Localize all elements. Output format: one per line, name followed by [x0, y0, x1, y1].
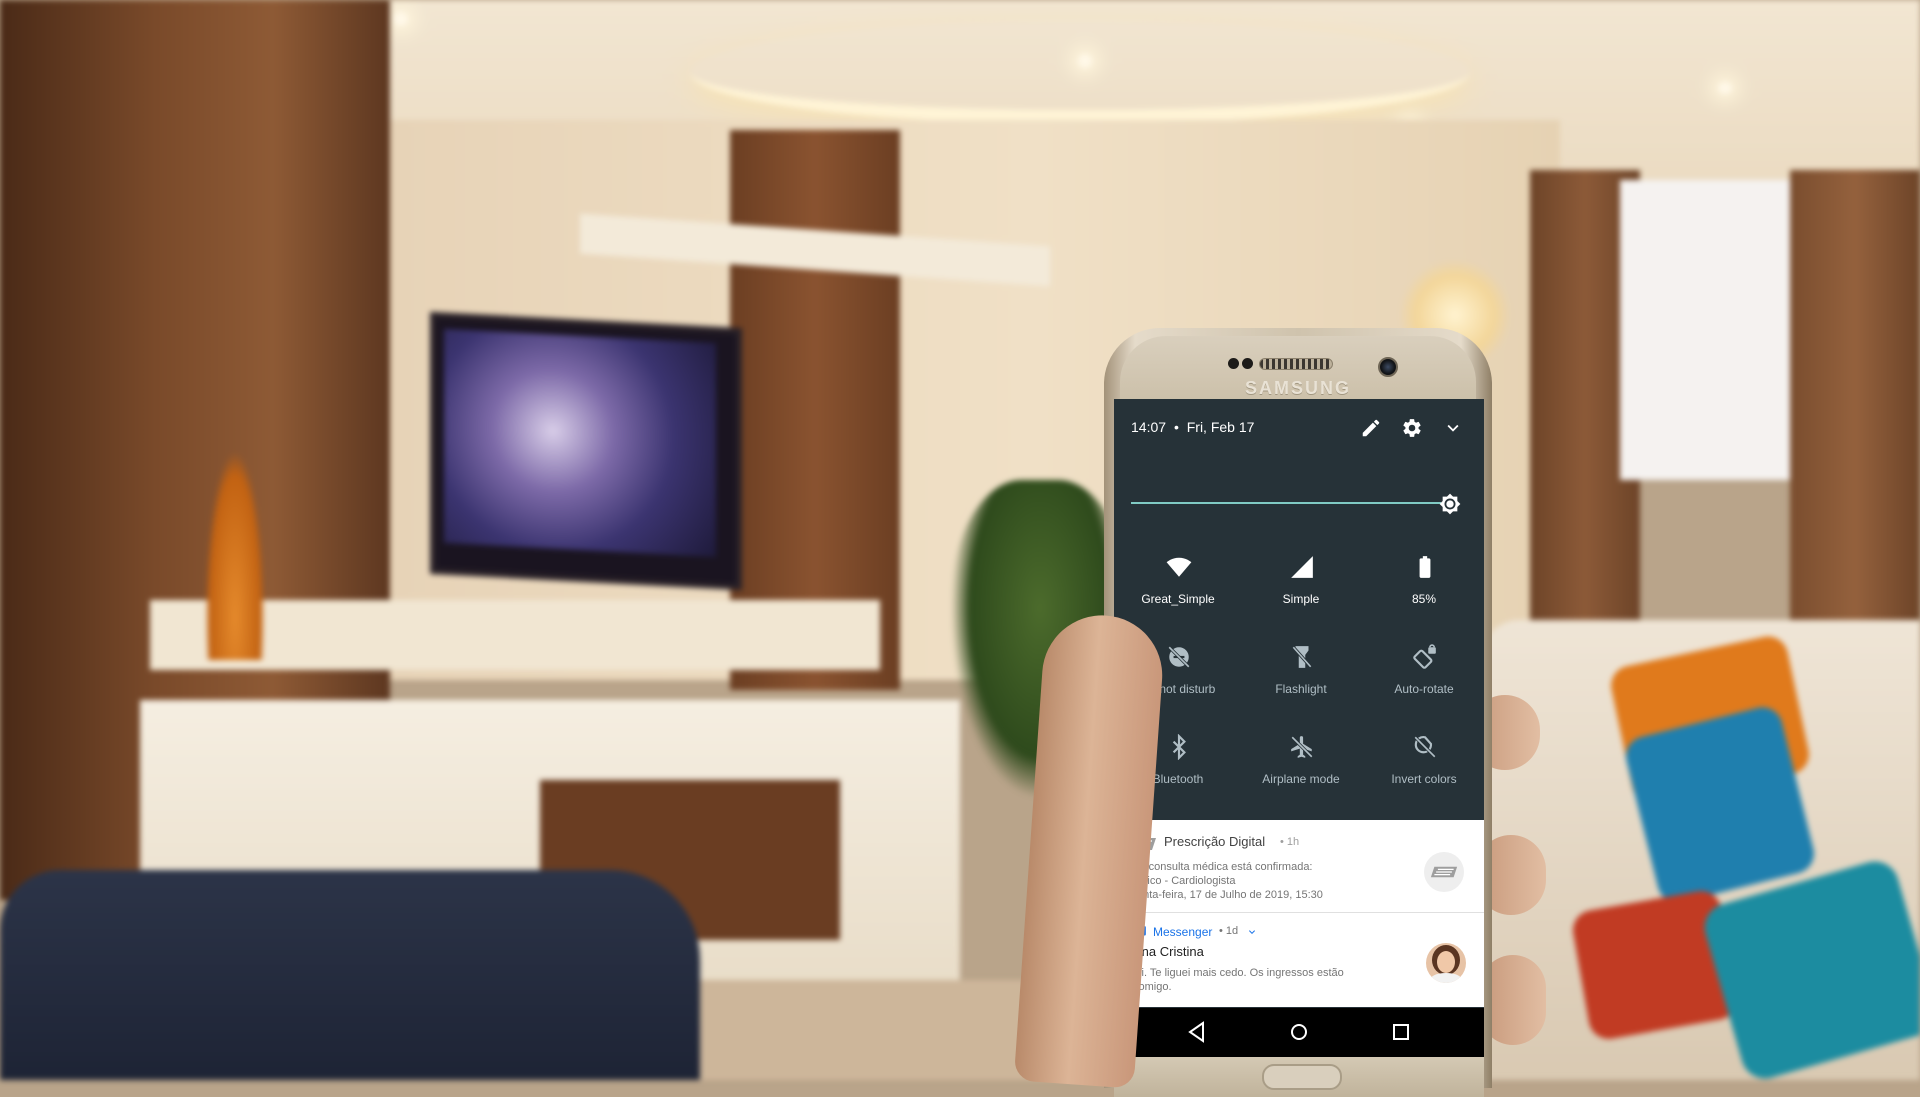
notification-messenger[interactable]: Messenger • 1d Ana Cristina Oi. Te ligue…	[1114, 913, 1484, 1007]
armchair	[0, 870, 700, 1080]
cellular-signal-icon	[1291, 556, 1313, 578]
tv-screen	[444, 328, 716, 558]
ceiling-cove-light	[690, 20, 1470, 124]
recents-icon[interactable]	[1389, 1020, 1413, 1044]
tile-invert-colors[interactable]: Invert colors	[1364, 734, 1484, 804]
expand-chevron-icon[interactable]	[1246, 926, 1258, 938]
tile-airplane[interactable]: Airplane mode	[1241, 734, 1361, 804]
flashlight-icon	[1292, 646, 1312, 668]
tile-battery[interactable]: 85%	[1364, 554, 1484, 624]
front-camera-icon	[1378, 357, 1398, 377]
airplane-icon	[1291, 736, 1313, 758]
sensor-icon	[1228, 358, 1239, 369]
orange-vase	[205, 450, 265, 660]
sensor-icon	[1242, 358, 1253, 369]
brand-logo: SAMSUNG	[1244, 378, 1351, 398]
brightness-icon[interactable]	[1439, 493, 1461, 515]
home-icon[interactable]	[1287, 1020, 1311, 1044]
prescription-logo-icon	[1430, 866, 1458, 878]
do-not-disturb-icon	[1168, 646, 1190, 668]
tile-label: Simple	[1282, 592, 1320, 606]
ceiling-spotlight	[394, 12, 408, 26]
status-time: 14:07	[1131, 419, 1167, 435]
status-separator: •	[1173, 419, 1179, 435]
status-datetime: 14:07 • Fri, Feb 17	[1131, 419, 1254, 435]
invert-colors-icon	[1414, 736, 1436, 758]
back-icon[interactable]	[1185, 1020, 1209, 1044]
notification-message: Oi. Te liguei mais cedo. Os ingressos es…	[1133, 967, 1344, 979]
tile-label: Auto-rotate	[1394, 682, 1454, 696]
notification-line: Quinta-feira, 17 de Julho de 2019, 15:30	[1126, 889, 1323, 901]
notification-prescricao[interactable]: Prescrição Digital • 1h Sua consulta méd…	[1114, 820, 1484, 913]
ceiling-spotlight	[1078, 54, 1092, 68]
notification-large-icon	[1424, 852, 1464, 892]
notification-title: Ana Cristina	[1133, 944, 1204, 959]
settings-icon[interactable]	[1401, 417, 1423, 439]
hardware-home-button[interactable]	[1262, 1064, 1342, 1090]
auto-rotate-icon	[1413, 644, 1436, 669]
edit-icon[interactable]	[1360, 417, 1382, 439]
tile-label: 85%	[1411, 592, 1437, 606]
brightness-slider[interactable]	[1131, 493, 1461, 515]
earpiece-speaker	[1259, 358, 1333, 370]
notification-time: • 1h	[1280, 836, 1300, 848]
tile-label: Invert colors	[1391, 772, 1457, 786]
navigation-bar	[1114, 1008, 1484, 1057]
tile-auto-rotate[interactable]: Auto-rotate	[1364, 644, 1484, 714]
avatar	[1426, 943, 1466, 983]
tile-flashlight[interactable]: Flashlight	[1241, 644, 1361, 714]
tile-cellular[interactable]: Simple	[1241, 554, 1361, 624]
phone-top-bezel: SAMSUNG	[1120, 336, 1476, 406]
notification-time: • 1d	[1219, 925, 1239, 937]
brightness-track[interactable]	[1131, 502, 1441, 504]
quick-settings-header: 14:07 • Fri, Feb 17	[1114, 399, 1484, 459]
room-background	[0, 0, 1920, 1080]
tile-label: Flashlight	[1275, 682, 1327, 696]
tile-label: Great_Simple	[1141, 592, 1215, 606]
battery-icon	[1419, 556, 1431, 578]
notification-line: Sua consulta médica está confirmada:	[1126, 861, 1313, 873]
phone-screen: 14:07 • Fri, Feb 17 Great_Simple Simple	[1114, 399, 1484, 1057]
tile-wifi[interactable]: Great_Simple	[1118, 554, 1238, 624]
ceiling-spotlight	[1718, 82, 1732, 94]
notification-app-name: Prescrição Digital	[1164, 834, 1266, 849]
notification-app-name: Messenger	[1153, 925, 1213, 939]
bluetooth-icon	[1172, 734, 1186, 760]
wifi-icon	[1166, 557, 1192, 577]
status-date: Fri, Feb 17	[1186, 419, 1255, 435]
tile-label: Airplane mode	[1262, 772, 1340, 786]
window	[1620, 180, 1790, 480]
chevron-down-icon[interactable]	[1442, 417, 1464, 439]
